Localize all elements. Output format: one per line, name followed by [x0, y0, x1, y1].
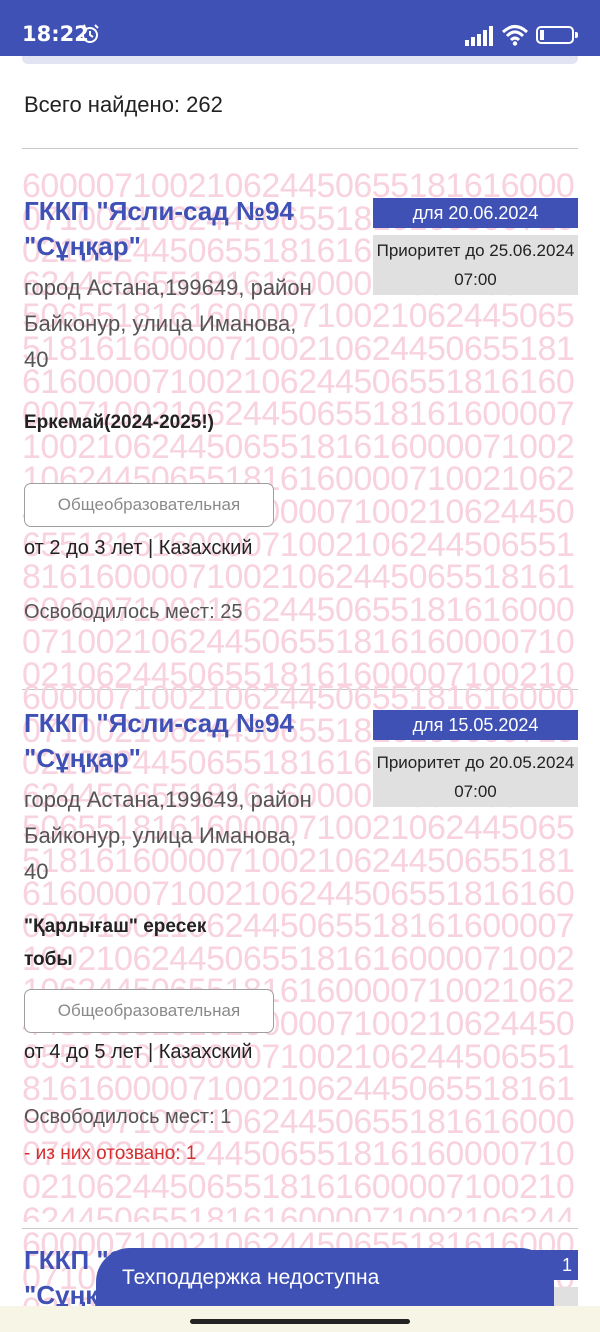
alarm-icon	[81, 24, 99, 43]
vacancy-card[interactable]: 6000071002106244506551816160000710021062…	[0, 682, 600, 1222]
age-language: от 4 до 5 лет | Казахский	[24, 1041, 253, 1063]
battery-nub	[575, 32, 578, 38]
home-handle[interactable]	[190, 1319, 410, 1324]
org-name[interactable]: ГККП "Ясли-сад №94 "Сұңқар"	[24, 194, 324, 264]
freed-places: Освободилось мест: 25	[24, 601, 243, 623]
priority-box: Приоритет до 20.05.2024 07:00	[373, 747, 578, 807]
signal-icon	[465, 26, 493, 46]
org-name[interactable]: ГККП "Ясли-сад №94 "Сұңқар"	[24, 706, 324, 776]
freed-places: Освободилось мест: 1	[24, 1106, 232, 1128]
group-name: "Қарлығаш" ересек тобы	[24, 916, 207, 970]
status-time: 18:22	[22, 22, 89, 46]
battery-level: 12	[546, 27, 564, 41]
revoked-places: - из них отозвано: 1	[24, 1143, 197, 1164]
results-total: Всего найдено: 262	[24, 92, 223, 117]
age-language: от 2 до 3 лет | Казахский	[24, 537, 253, 559]
vacancy-card[interactable]: 6000071002106244506551816160000710021062…	[0, 170, 600, 688]
org-address: город Астана,199649, район Байконур, ули…	[24, 787, 312, 884]
group-name: Еркемай(2024-2025!)	[24, 412, 214, 433]
date-badge: для 20.06.2024	[373, 198, 578, 228]
battery-icon: 12	[536, 26, 578, 44]
type-chip: Общеобразовательная	[24, 483, 274, 527]
type-chip: Общеобразовательная	[24, 989, 274, 1033]
wifi-icon	[502, 25, 528, 46]
priority-box: Приоритет до 25.06.2024 07:00	[373, 235, 578, 295]
navigation-bar	[0, 1306, 600, 1332]
filter-panel-edge	[22, 56, 578, 64]
org-address: город Астана,199649, район Байконур, ули…	[24, 275, 312, 372]
date-badge: для 15.05.2024	[373, 710, 578, 740]
status-bar: 18:22 12	[0, 0, 600, 56]
divider	[22, 148, 578, 149]
